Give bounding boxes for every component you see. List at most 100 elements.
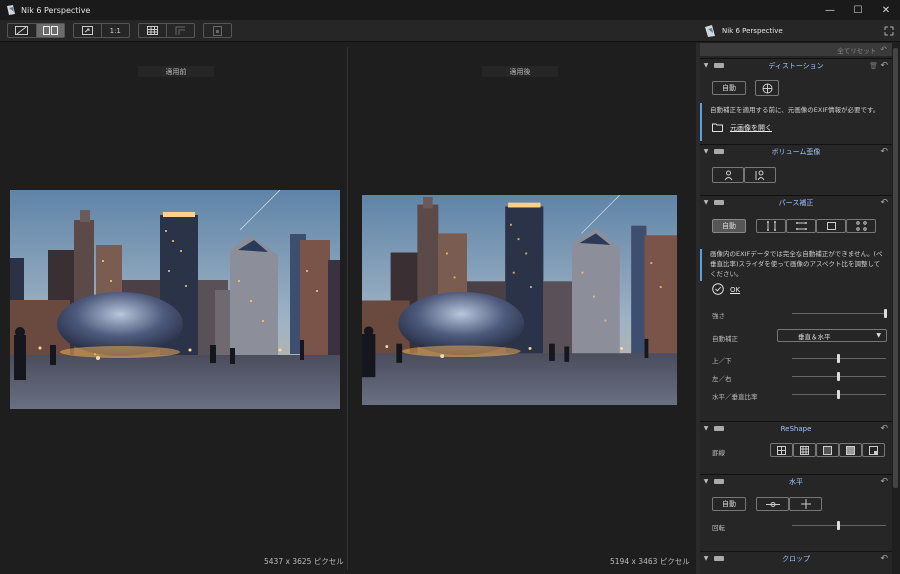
side-by-side-button[interactable]	[36, 24, 64, 37]
split-divider	[347, 47, 348, 570]
undo-icon[interactable]: ↶	[880, 198, 888, 208]
autofix-label: 自動補正	[712, 335, 738, 343]
ok-link[interactable]: OK	[730, 286, 740, 294]
undo-icon[interactable]: ↶	[880, 477, 888, 487]
section-reshape-header[interactable]: ReShape ▼ ↶	[700, 421, 892, 435]
split-view-button[interactable]	[8, 24, 37, 37]
panel-scrollbar[interactable]	[892, 43, 900, 574]
grid-option-4[interactable]	[839, 443, 862, 457]
vertical-correction-button[interactable]	[756, 219, 786, 233]
person-icon	[724, 170, 732, 180]
distortion-auto-button[interactable]: 自動	[712, 81, 746, 95]
lens-profile-button[interactable]	[755, 80, 779, 96]
panel-title: Nik 6 Perspective	[722, 27, 783, 35]
level-vertical-button[interactable]	[789, 497, 822, 511]
level-auto-button[interactable]: 自動	[712, 497, 746, 511]
zoom-100-button[interactable]: 1:1	[102, 24, 129, 37]
grid-option-3[interactable]	[816, 443, 839, 457]
section-volume-header[interactable]: ボリューム歪像 ▼ ↶	[700, 144, 892, 158]
horizontal-lines-icon	[795, 222, 807, 230]
aspect-knob[interactable]	[837, 390, 840, 399]
horizontal-correction-button[interactable]	[786, 219, 816, 233]
close-button[interactable]: ✕	[872, 0, 900, 20]
section-perspective-header[interactable]: パース補正 ▼ ↶	[700, 195, 892, 209]
reset-all-icon[interactable]: ↶	[880, 45, 887, 54]
after-image	[362, 195, 677, 405]
app-logo-icon	[7, 5, 15, 15]
distortion-info-text: 自動補正を適用する前に、元画像のEXIF情報が必要です。	[710, 106, 880, 114]
volume-landscape-button[interactable]	[744, 167, 776, 183]
grid-option-2[interactable]	[793, 443, 816, 457]
rotate-label: 回転	[712, 524, 725, 532]
panel-header: Nik 6 Perspective	[700, 20, 900, 42]
section-crop-header[interactable]: クロップ ▼ ↶	[700, 551, 892, 565]
grid-option-1[interactable]	[770, 443, 793, 457]
grid-button[interactable]	[139, 24, 167, 37]
autofix-dropdown[interactable]: 垂直＆水平 ▼	[777, 329, 887, 342]
distortion-info: 自動補正を適用する前に、元画像のEXIF情報が必要です。	[700, 103, 892, 141]
undo-icon[interactable]: ↶	[880, 424, 888, 434]
grid-2x2-icon	[777, 445, 786, 455]
vertical-lines-icon	[766, 221, 776, 231]
person-side-icon	[755, 170, 764, 180]
strength-knob[interactable]	[884, 309, 887, 318]
open-original-link[interactable]: 元画像を開く	[730, 123, 772, 133]
section-distortion-title: ディストーション	[768, 61, 824, 70]
section-perspective-title: パース補正	[778, 198, 814, 207]
plumb-icon	[800, 499, 811, 509]
trash-icon[interactable]: 🗑	[869, 62, 878, 70]
horizontal-knob[interactable]	[837, 372, 840, 381]
scrollbar-thumb[interactable]	[893, 48, 898, 488]
after-label: 適用後	[482, 66, 558, 77]
window-title: Nik 6 Perspective	[21, 5, 91, 15]
perspective-auto-button[interactable]: 自動	[712, 219, 746, 233]
fit-icon	[81, 26, 93, 35]
zoom-group: 1:1	[73, 23, 130, 38]
autofix-value: 垂直＆水平	[798, 332, 831, 341]
section-distortion-header[interactable]: ディストーション ▼ 🗑 ↶	[700, 58, 892, 72]
grid-fine-icon	[823, 445, 832, 455]
lens-icon	[762, 83, 772, 93]
horizon-icon	[765, 501, 780, 507]
before-image	[10, 190, 340, 409]
volume-portrait-button[interactable]	[712, 167, 744, 183]
strength-slider[interactable]	[792, 313, 886, 314]
compare-button[interactable]	[204, 24, 231, 37]
reset-all-label[interactable]: 全てリセット	[837, 45, 876, 55]
undo-icon[interactable]: ↶	[880, 61, 888, 71]
horizontal-label: 左／右	[712, 375, 732, 383]
level-horizon-button[interactable]	[756, 497, 789, 511]
folder-icon	[712, 123, 723, 132]
check-circle-icon[interactable]	[712, 283, 724, 295]
compare-icon	[213, 25, 222, 36]
app-logo-icon	[705, 25, 715, 37]
after-dimensions: 5194 x 3463 ピクセル	[610, 557, 690, 566]
section-level-header[interactable]: 水平 ▼ ↶	[700, 474, 892, 488]
title-bar: Nik 6 Perspective — ☐ ✕	[0, 0, 900, 20]
side-by-side-icon	[42, 26, 58, 35]
aspect-label: 水平／垂直比率	[712, 393, 758, 401]
undo-icon[interactable]: ↶	[880, 147, 888, 157]
rotate-knob[interactable]	[837, 521, 840, 530]
fullscreen-icon[interactable]	[884, 26, 894, 36]
undo-icon[interactable]: ↶	[880, 554, 888, 564]
vertical-knob[interactable]	[837, 354, 840, 363]
maximize-button[interactable]: ☐	[844, 0, 872, 20]
guides-button[interactable]	[167, 24, 194, 37]
strength-label: 強さ	[712, 312, 725, 320]
fit-button[interactable]	[74, 24, 102, 37]
reset-all-bar: 全てリセット ↶	[700, 43, 892, 56]
rectangle-correction-button[interactable]	[816, 219, 846, 233]
section-level-title: 水平	[789, 477, 803, 486]
adjustment-panel: 全てリセット ↶ ディストーション ▼ 🗑 ↶ 自動 自動補正を適用する前に、元…	[700, 43, 892, 574]
point-correction-button[interactable]	[846, 219, 876, 233]
grid-label: 罫線	[712, 449, 725, 457]
points-icon	[855, 221, 867, 231]
chevron-down-icon: ▼	[876, 332, 881, 339]
section-reshape-title: ReShape	[780, 424, 812, 433]
grid-3x3-icon	[800, 445, 809, 455]
perspective-info: 画像内のEXIFデータでは完全な自動補正ができません。(ペ垂直比率)スライダを使…	[700, 249, 892, 281]
minimize-button[interactable]: —	[816, 0, 844, 20]
view-mode-group	[7, 23, 65, 38]
grid-option-5[interactable]	[862, 443, 885, 457]
